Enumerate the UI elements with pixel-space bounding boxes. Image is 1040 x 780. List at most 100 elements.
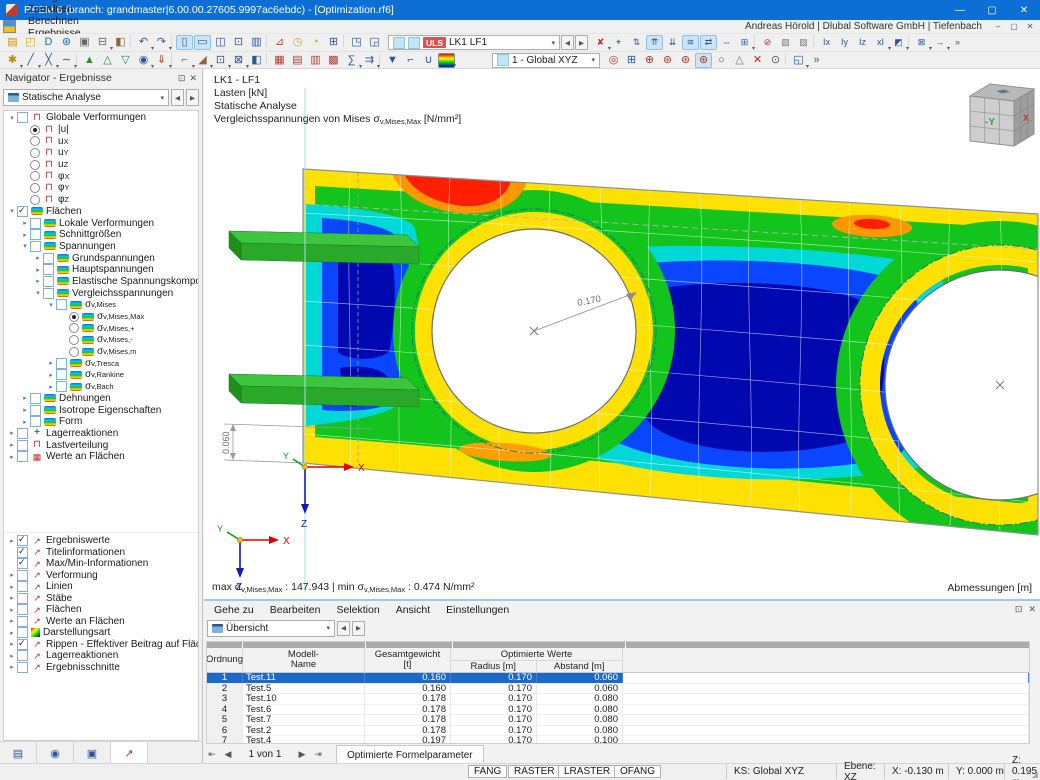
toolbar-icon[interactable] xyxy=(266,52,270,65)
new-line-x[interactable]: ╳ xyxy=(40,53,59,70)
grid-button[interactable]: RASTER xyxy=(508,765,561,778)
table-row[interactable]: 6 Test.2 0.178 0.170 0.080 xyxy=(207,725,1029,736)
tab-optimierte-formelparameter[interactable]: Optimierte Formelparameter xyxy=(336,745,484,764)
checkbox[interactable] xyxy=(17,427,28,439)
view-panel-2[interactable]: ▭ xyxy=(194,35,211,50)
checkbox[interactable] xyxy=(30,392,41,404)
mdi-close-button[interactable]: ✕ xyxy=(1022,21,1038,33)
color-scale[interactable] xyxy=(438,52,456,69)
settings[interactable]: ⊛ xyxy=(58,35,75,50)
expander-icon[interactable] xyxy=(20,231,30,239)
gear-3[interactable]: ⊛ xyxy=(695,52,712,68)
solid-cube-1[interactable]: ▧ xyxy=(777,35,794,50)
radio-button[interactable] xyxy=(30,159,40,170)
expander-icon[interactable] xyxy=(7,594,17,602)
table-row[interactable]: 3 Test.10 0.178 0.170 0.080 xyxy=(207,693,1029,705)
expander-icon[interactable] xyxy=(7,663,17,671)
object-snap-button[interactable]: OFANG xyxy=(614,765,662,778)
view-panel-4[interactable]: ⊡ xyxy=(230,35,247,50)
mirror[interactable]: ◩ xyxy=(890,35,909,53)
filter-loads[interactable]: ✘ xyxy=(592,35,611,53)
checkbox[interactable] xyxy=(56,369,67,381)
menu-item[interactable]: Zuordnen xyxy=(20,3,89,15)
next-page-button[interactable]: ▶ xyxy=(294,747,310,762)
dock-menu-item[interactable]: Bearbeiten xyxy=(262,604,329,616)
minimize-button[interactable]: — xyxy=(944,0,976,20)
overflow-2[interactable]: » xyxy=(808,53,825,68)
tree-item[interactable]: σv,Rankine xyxy=(4,369,198,381)
toolbar-icon[interactable] xyxy=(754,35,758,47)
expander-icon[interactable] xyxy=(33,254,43,262)
mesh-run[interactable]: ▤ xyxy=(289,53,306,68)
tree-item[interactable]: σv,Mises xyxy=(4,299,198,311)
tree-item[interactable]: φX xyxy=(4,170,198,182)
tree-item[interactable]: Vergleichsspannungen xyxy=(4,287,198,299)
gauge-1[interactable]: ◷ xyxy=(289,35,306,50)
checkbox[interactable] xyxy=(17,546,28,558)
reset-view[interactable]: ⊕ xyxy=(641,53,658,68)
graphics-viewport[interactable]: 0.170 0.060 X Z Y X Z Y -Y X LK1 - LF1 L… xyxy=(204,69,1040,599)
radio-button[interactable] xyxy=(30,124,40,135)
checkbox[interactable] xyxy=(17,557,28,570)
gear-1[interactable]: ⊛ xyxy=(659,53,676,68)
checkbox[interactable] xyxy=(30,217,41,229)
toolbar-icon[interactable] xyxy=(130,35,134,47)
checkbox[interactable] xyxy=(17,615,28,627)
radio-button[interactable] xyxy=(30,194,40,205)
pan-mode[interactable]: ⇄ xyxy=(700,35,717,50)
blocks[interactable]: ⊠ xyxy=(913,35,932,53)
checkbox[interactable] xyxy=(43,287,54,299)
tree-item[interactable]: φY xyxy=(4,182,198,194)
next-analysis-button[interactable]: ▶ xyxy=(186,89,199,106)
checkbox[interactable] xyxy=(17,569,28,581)
results-navigator-tab[interactable]: ↗ xyxy=(111,742,148,764)
close-panel-icon[interactable]: ✕ xyxy=(189,73,197,84)
previous-load-case-button[interactable]: ◀ xyxy=(561,35,574,50)
radio-button[interactable] xyxy=(69,311,79,322)
undo[interactable]: ↶ xyxy=(135,35,154,53)
result-filter[interactable]: ▼ xyxy=(384,53,401,68)
find-view[interactable]: ◎ xyxy=(605,53,622,68)
tree-item[interactable]: Darstellungsart xyxy=(4,627,198,639)
dock-menu-item[interactable]: Selektion xyxy=(329,604,388,616)
checkbox[interactable] xyxy=(17,205,28,217)
expander-icon[interactable] xyxy=(33,277,43,285)
maximize-button[interactable]: ▢ xyxy=(976,0,1008,20)
redo[interactable]: ↷ xyxy=(153,35,172,53)
checkbox[interactable] xyxy=(17,581,28,593)
tree-item[interactable]: Lastverteilung xyxy=(4,439,198,451)
tree-item[interactable]: Lagerreaktionen xyxy=(4,650,198,662)
support-line[interactable]: △ xyxy=(99,53,116,68)
column-header-modellname[interactable]: Modell- Name xyxy=(243,648,365,672)
tree-item[interactable]: Werte an Flächen xyxy=(4,615,198,628)
tree-item[interactable]: Elastische Spannungskomponenten xyxy=(4,275,198,288)
expander-icon[interactable] xyxy=(7,537,17,545)
dim-ix[interactable]: Ix xyxy=(818,35,835,50)
tree-item[interactable]: uY xyxy=(4,147,198,159)
checkbox[interactable] xyxy=(17,604,28,616)
tree-item[interactable]: Lagerreaktionen xyxy=(4,427,198,440)
window-link-2[interactable]: ◲ xyxy=(366,35,383,50)
checkbox[interactable] xyxy=(17,627,28,639)
solid-view[interactable]: ◧ xyxy=(248,53,265,68)
display-navigator-tab[interactable]: ◉ xyxy=(37,742,74,764)
data-navigator-tab[interactable]: ▤ xyxy=(0,742,37,764)
tree-item[interactable]: σv,Tresca xyxy=(4,357,198,369)
toolbar-icon[interactable] xyxy=(266,35,270,47)
expander-icon[interactable] xyxy=(7,453,17,461)
abacus[interactable]: ⊞ xyxy=(736,35,755,53)
results-toggle[interactable]: ⇉ xyxy=(361,53,380,70)
view-panel-1[interactable]: ▯ xyxy=(176,35,193,50)
toolbar-icon[interactable] xyxy=(76,52,80,65)
hinge[interactable]: ◉ xyxy=(135,53,154,70)
select-window[interactable]: ⌐ xyxy=(176,53,195,70)
expander-icon[interactable] xyxy=(7,114,17,122)
radio-button[interactable] xyxy=(30,182,40,193)
expander-icon[interactable] xyxy=(46,301,56,309)
level-up[interactable]: ⇈ xyxy=(646,35,663,50)
mdi-minimize-button[interactable]: – xyxy=(990,21,1006,33)
mesh-refine[interactable]: ▩ xyxy=(325,53,342,68)
tree-item[interactable]: Dehnungen xyxy=(4,392,198,405)
expander-icon[interactable] xyxy=(7,571,17,579)
radio-button[interactable] xyxy=(69,334,79,345)
